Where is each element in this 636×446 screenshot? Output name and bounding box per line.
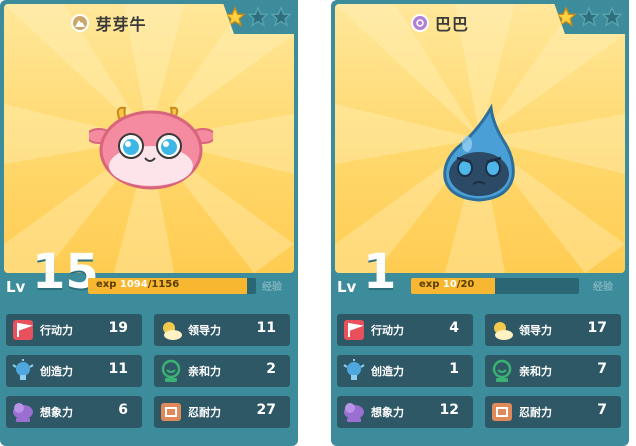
stat-value: 12 (439, 402, 459, 418)
exp-label: exp (96, 279, 117, 290)
exp-bar: exp 1094/1156 (88, 278, 256, 294)
exp-label: exp (419, 279, 440, 290)
sun-cloud-icon (163, 322, 182, 340)
creature-card[interactable]: 巴巴 Lv 1 exp 10/20 经验 行动力 4 领导力 17 创造力 1 … (331, 0, 629, 446)
shield-icon (492, 403, 512, 421)
sun-cloud-icon (494, 322, 513, 340)
exp-text: exp 1094/1156 (96, 279, 179, 290)
mountain-icon (71, 14, 90, 32)
level-label: Lv (6, 278, 26, 296)
stat-label: 领导力 (519, 324, 552, 337)
stat-value: 7 (597, 402, 607, 418)
bulb-icon (343, 359, 365, 380)
stat-label: 想象力 (40, 406, 73, 419)
stat-value: 2 (266, 361, 276, 377)
shield-icon (161, 403, 181, 421)
stat-value: 17 (587, 320, 607, 336)
cloud-icon (13, 403, 33, 422)
creature-name: 巴巴 (434, 15, 469, 34)
stat-creativity: 创造力 1 (337, 355, 473, 387)
stat-leadership: 领导力 11 (154, 314, 290, 346)
exp-button[interactable]: 经验 (593, 278, 613, 293)
stat-action: 行动力 4 (337, 314, 473, 346)
level-label: Lv (337, 278, 357, 296)
stat-value: 4 (449, 320, 459, 336)
stat-value: 11 (108, 361, 128, 377)
star-empty-icon (270, 6, 292, 27)
exp-text: exp 10/20 (419, 279, 474, 290)
smile-icon (161, 359, 181, 382)
level-row: Lv 1 exp 10/20 经验 (331, 244, 629, 300)
flag-icon (13, 320, 33, 340)
stat-label: 亲和力 (519, 365, 552, 378)
stat-imagination: 想象力 6 (6, 396, 142, 428)
pink-cow-creature (86, 104, 216, 198)
stat-label: 亲和力 (188, 365, 221, 378)
creature-portrait: 芽芽牛 (4, 4, 294, 273)
creature-card[interactable]: 芽芽牛 Lv 15 exp 1094/1156 经验 行动力 19 领导力 11… (0, 0, 298, 446)
level-row: Lv 15 exp 1094/1156 经验 (0, 244, 298, 300)
stat-label: 行动力 (40, 324, 73, 337)
exp-current: 1094 (119, 279, 148, 290)
stat-value: 27 (256, 402, 276, 418)
name-bar: 芽芽牛 (4, 4, 214, 42)
star-empty-icon (578, 6, 600, 27)
smile-icon (492, 359, 512, 382)
stat-affinity: 亲和力 7 (485, 355, 621, 387)
creature-name: 芽芽牛 (95, 15, 147, 34)
stat-leadership: 领导力 17 (485, 314, 621, 346)
exp-max: /1156 (147, 279, 180, 290)
name-bar: 巴巴 (335, 4, 545, 42)
star-empty-icon (601, 6, 623, 27)
bulb-icon (12, 359, 34, 380)
swirl-icon (410, 14, 429, 32)
stat-imagination: 想象力 12 (337, 396, 473, 428)
exp-current: 10 (442, 279, 457, 290)
stat-affinity: 亲和力 2 (154, 355, 290, 387)
stat-value: 1 (449, 361, 459, 377)
blue-drop-creature (437, 103, 521, 208)
stat-creativity: 创造力 11 (6, 355, 142, 387)
stat-label: 创造力 (371, 365, 404, 378)
stat-value: 19 (108, 320, 128, 336)
cloud-icon (344, 403, 364, 422)
stat-label: 行动力 (371, 324, 404, 337)
stat-value: 11 (256, 320, 276, 336)
creature-portrait: 巴巴 (335, 4, 625, 273)
exp-button[interactable]: 经验 (262, 278, 282, 293)
stat-value: 6 (118, 402, 128, 418)
stat-label: 忍耐力 (188, 406, 221, 419)
stat-label: 创造力 (40, 365, 73, 378)
stat-label: 领导力 (188, 324, 221, 337)
stat-label: 忍耐力 (519, 406, 552, 419)
stat-endurance: 忍耐力 7 (485, 396, 621, 428)
stat-label: 想象力 (371, 406, 404, 419)
flag-icon (344, 320, 364, 340)
stat-value: 7 (597, 361, 607, 377)
exp-bar: exp 10/20 (411, 278, 579, 294)
star-empty-icon (247, 6, 269, 27)
stat-endurance: 忍耐力 27 (154, 396, 290, 428)
exp-max: /20 (456, 279, 475, 290)
level-number: 1 (363, 244, 397, 300)
stat-action: 行动力 19 (6, 314, 142, 346)
